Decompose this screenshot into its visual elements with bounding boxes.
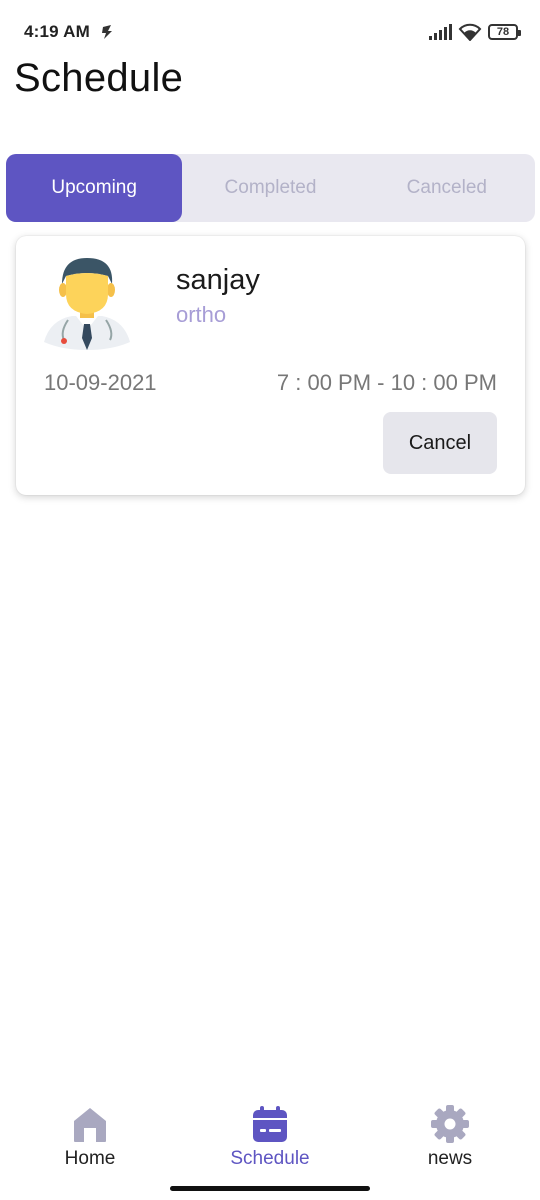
tab-canceled[interactable]: Canceled [359,154,535,222]
appointment-date: 10-09-2021 [44,370,157,395]
doctor-avatar-icon [44,258,130,350]
doctor-name: sanjay [176,264,260,296]
calendar-icon [253,1106,287,1142]
doctor-specialty: ortho [176,302,227,327]
tab-completed[interactable]: Completed [182,154,358,222]
bottom-navigation: Home Schedule news [0,1096,540,1200]
battery-level: 78 [496,26,510,38]
nav-news[interactable]: news [360,1096,540,1200]
nav-home[interactable]: Home [0,1096,180,1200]
appointment-time: 7 : 00 PM - 10 : 00 PM [276,370,497,395]
home-icon [74,1108,106,1142]
nav-schedule[interactable]: Schedule [180,1096,360,1200]
home-indicator[interactable] [170,1186,370,1191]
wifi-icon [458,23,482,41]
signal-icon [429,24,452,40]
notification-icon [102,25,112,39]
nav-news-label: news [427,1148,473,1169]
schedule-tabs: Upcoming Completed Canceled [6,154,535,222]
appointment-card: sanjay ortho 10-09-2021 7 : 00 PM - 10 :… [16,236,525,495]
battery-icon: 78 [488,24,521,40]
gear-icon [431,1105,469,1143]
cancel-appointment-button[interactable]: Cancel [383,412,497,474]
nav-schedule-label: Schedule [230,1148,310,1169]
page-title: Schedule [14,56,184,100]
status-indicators: 78 [428,22,521,42]
status-bar: 4:19 AM 78 [0,0,540,64]
nav-home-label: Home [64,1148,116,1169]
tab-upcoming[interactable]: Upcoming [6,154,183,222]
status-time: 4:19 AM [24,22,90,41]
